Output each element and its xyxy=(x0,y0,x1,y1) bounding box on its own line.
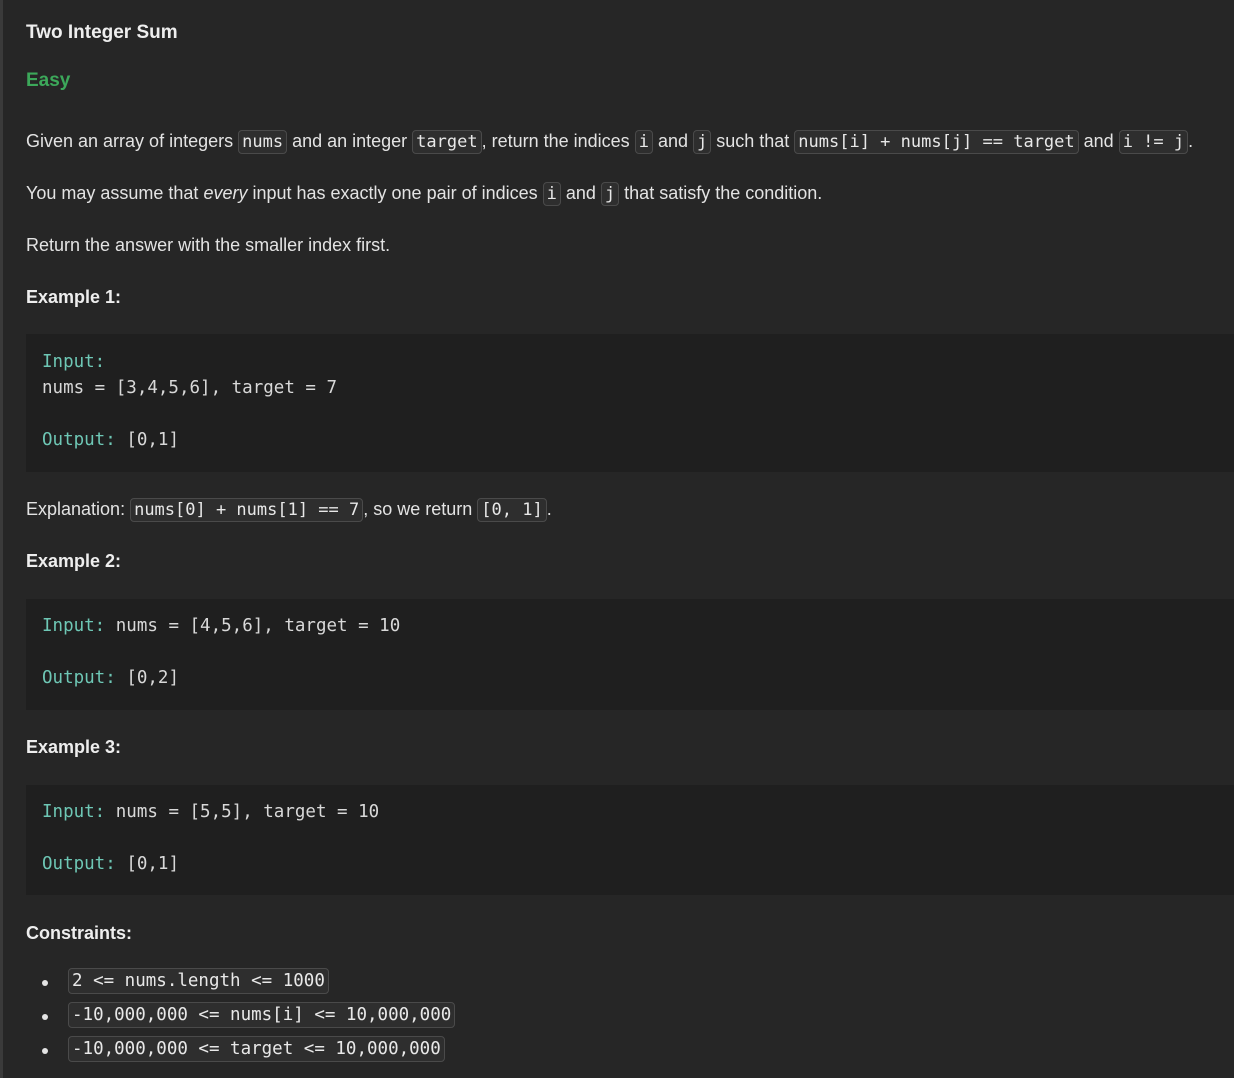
inline-code-j: j xyxy=(692,130,712,154)
description-paragraph-3: Return the answer with the smaller index… xyxy=(26,235,391,255)
output-label: Output: xyxy=(42,430,116,450)
description-paragraph-2: You may assume that every input has exac… xyxy=(26,182,823,206)
example-3-input: nums = [5,5], target = 10 xyxy=(115,802,380,822)
example-1-heading: Example 1: xyxy=(26,287,122,307)
input-label: Input: xyxy=(42,802,106,822)
inline-code-not-equal: i != j xyxy=(1118,130,1189,154)
bullet-icon xyxy=(42,1014,48,1020)
output-label: Output: xyxy=(42,668,116,688)
constraint-code: 2 <= nums.length <= 1000 xyxy=(68,968,329,994)
constraint-code: -10,000,000 <= target <= 10,000,000 xyxy=(68,1036,445,1062)
constraints-list: 2 <= nums.length <= 1000 -10,000,000 <= … xyxy=(26,968,456,1072)
input-label: Input: xyxy=(42,616,106,636)
constraints-heading: Constraints: xyxy=(26,923,133,943)
constraint-item: -10,000,000 <= nums[i] <= 10,000,000 xyxy=(26,1002,456,1038)
left-border xyxy=(0,0,3,1078)
example-2-output: [0,2] xyxy=(126,668,179,688)
problem-title: Two Integer Sum xyxy=(26,22,178,43)
example-1-explanation: Explanation: nums[0] + nums[1] == 7, so … xyxy=(26,498,552,522)
inline-code-i: i xyxy=(634,130,653,154)
example-2-input: nums = [4,5,6], target = 10 xyxy=(115,616,401,636)
constraint-item: -10,000,000 <= target <= 10,000,000 xyxy=(26,1036,455,1072)
difficulty-badge: Easy xyxy=(26,70,71,91)
inline-code-i: i xyxy=(542,182,561,206)
constraint-code: -10,000,000 <= nums[i] <= 10,000,000 xyxy=(68,1002,456,1028)
inline-code-target: target xyxy=(412,130,482,154)
example-3-output: [0,1] xyxy=(126,854,179,874)
constraint-item: 2 <= nums.length <= 1000 xyxy=(26,968,455,1004)
example-2-code-block: Input: nums = [4,5,6], target = 10 Outpu… xyxy=(26,599,1234,710)
inline-code-nums: nums xyxy=(238,130,288,154)
inline-code-j: j xyxy=(600,182,620,206)
example-1-input: nums = [3,4,5,6], target = 7 xyxy=(42,378,338,398)
example-3-code-block: Input: nums = [5,5], target = 10 Output:… xyxy=(26,785,1234,895)
description-paragraph-1: Given an array of integers nums and an i… xyxy=(26,130,1194,154)
example-1-code-block: Input: nums = [3,4,5,6], target = 7 Outp… xyxy=(26,334,1234,472)
example-1-output: [0,1] xyxy=(126,430,179,450)
bullet-icon xyxy=(42,1048,48,1054)
inline-code-condition: nums[i] + nums[j] == target xyxy=(794,130,1079,154)
input-label: Input: xyxy=(42,352,106,372)
bullet-icon xyxy=(42,980,48,986)
inline-code-explanation-sum: nums[0] + nums[1] == 7 xyxy=(130,498,364,522)
inline-code-explanation-result: [0, 1] xyxy=(477,498,547,522)
example-2-heading: Example 2: xyxy=(26,551,122,571)
example-3-heading: Example 3: xyxy=(26,737,122,757)
output-label: Output: xyxy=(42,854,116,874)
